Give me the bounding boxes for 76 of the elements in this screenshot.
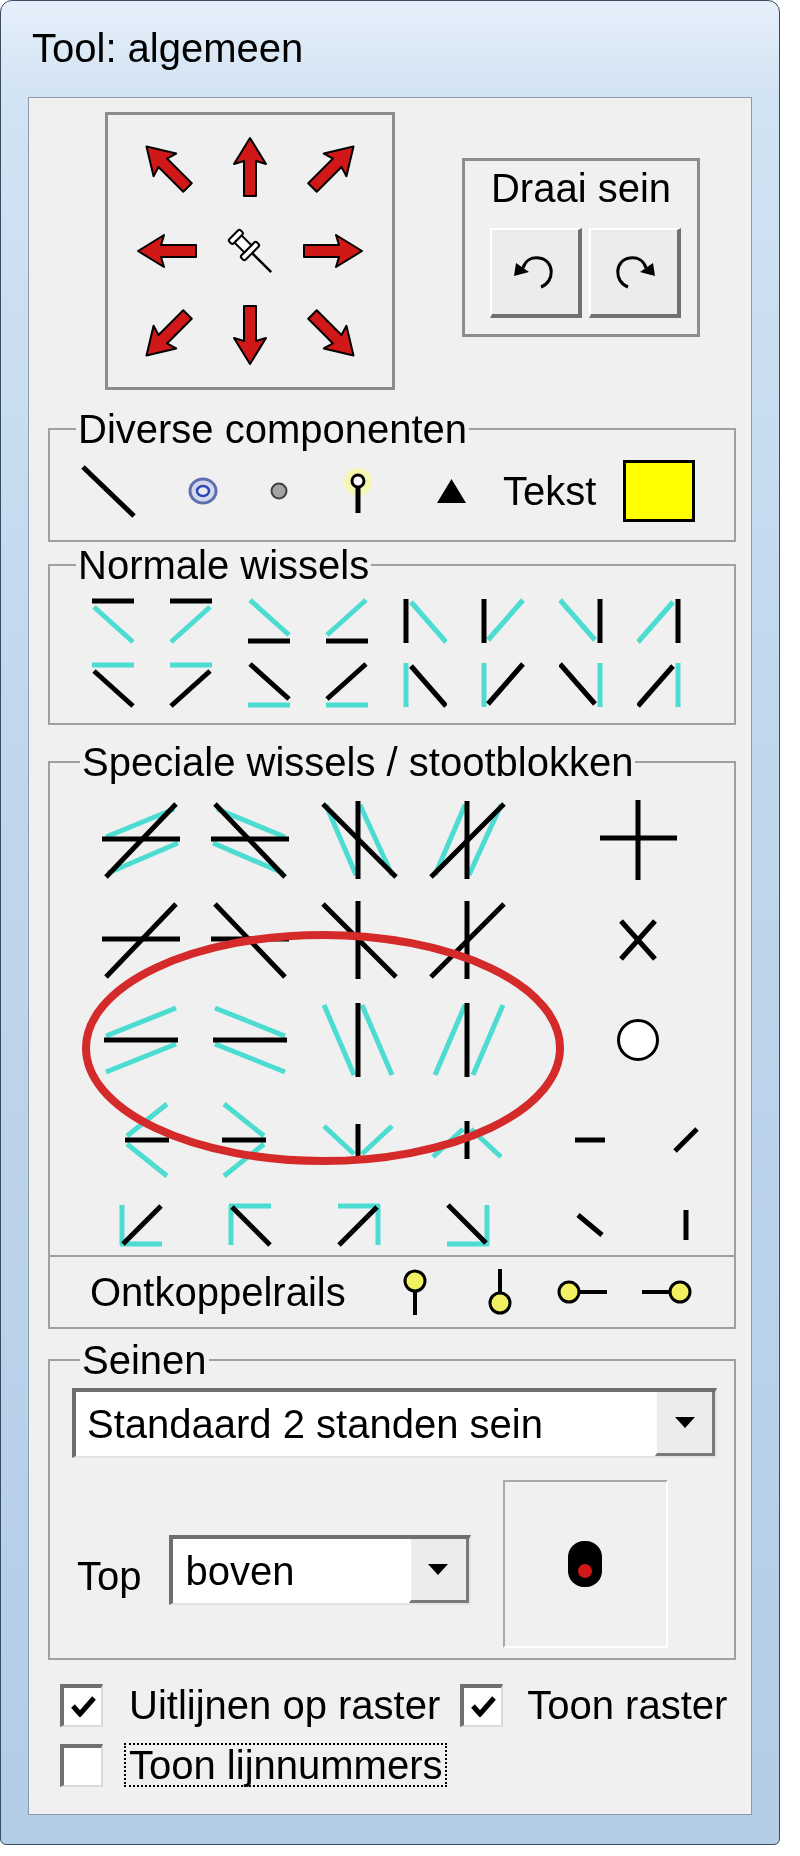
group-title: Diverse componenten bbox=[77, 406, 469, 452]
checkbox[interactable] bbox=[460, 1683, 504, 1727]
pin-icon[interactable] bbox=[486, 1269, 513, 1315]
turnout-icon[interactable] bbox=[90, 598, 135, 644]
checkbox-label[interactable]: Toon raster bbox=[522, 1683, 733, 1727]
turnout-icon[interactable] bbox=[480, 598, 525, 644]
crossing-icon[interactable] bbox=[211, 801, 289, 879]
rotate-left-button[interactable] bbox=[490, 228, 582, 318]
crossing-icon[interactable] bbox=[102, 801, 180, 879]
turnout-icon[interactable] bbox=[246, 598, 291, 644]
corner-switch-icon[interactable] bbox=[119, 1203, 163, 1247]
up-arrow-icon[interactable] bbox=[233, 136, 267, 198]
field-label: Top bbox=[77, 1553, 142, 1599]
caret-down-icon bbox=[428, 1564, 448, 1575]
checkbox[interactable] bbox=[60, 1683, 103, 1727]
pin-icon[interactable] bbox=[343, 467, 373, 515]
corner-switch-icon[interactable] bbox=[228, 1203, 272, 1247]
dash-icon[interactable] bbox=[575, 1137, 605, 1143]
vertical-bar-icon[interactable] bbox=[683, 1210, 689, 1240]
group-title: Normale wissels bbox=[77, 542, 371, 588]
pin-icon[interactable] bbox=[556, 1279, 607, 1305]
checkmark-icon bbox=[469, 1695, 496, 1717]
pushpin-icon[interactable] bbox=[225, 226, 275, 276]
left-arrow-icon[interactable] bbox=[136, 234, 198, 268]
turnout-icon[interactable] bbox=[480, 662, 525, 708]
checkbox-label[interactable]: Toon lijnnummers bbox=[124, 1743, 448, 1787]
text-tool[interactable]: Tekst bbox=[503, 468, 597, 514]
turnout-icon[interactable] bbox=[168, 598, 213, 644]
pin-icon[interactable] bbox=[401, 1269, 428, 1315]
turnout-icon[interactable] bbox=[402, 662, 447, 708]
dropdown-button[interactable] bbox=[655, 1392, 715, 1456]
caret-down-icon bbox=[674, 1417, 695, 1428]
turnout-icon[interactable] bbox=[324, 598, 369, 644]
turnout-icon[interactable] bbox=[90, 662, 135, 708]
decoupler-label[interactable]: Ontkoppelrails bbox=[90, 1269, 346, 1315]
crossing-icon[interactable] bbox=[102, 901, 180, 979]
crossing-icon[interactable] bbox=[320, 801, 398, 879]
group-title: Seinen bbox=[81, 1337, 208, 1383]
triangle-icon[interactable] bbox=[437, 479, 466, 503]
window-title: Tool: algemeen bbox=[32, 28, 304, 68]
dot-icon[interactable] bbox=[270, 482, 288, 500]
checkmark-icon bbox=[69, 1695, 96, 1717]
down-arrow-icon[interactable] bbox=[233, 304, 267, 366]
right-arrow-icon[interactable] bbox=[302, 234, 364, 268]
turnout-icon[interactable] bbox=[636, 598, 681, 644]
turnout-icon[interactable] bbox=[246, 662, 291, 708]
top-dropdown[interactable]: boven bbox=[168, 1535, 471, 1605]
backslash-icon[interactable] bbox=[576, 1213, 604, 1237]
signal-type-dropdown[interactable]: Standaard 2 standen sein bbox=[72, 1388, 717, 1458]
group-title: Speciale wissels / stootblokken bbox=[81, 739, 635, 785]
turnout-icon[interactable] bbox=[558, 598, 603, 644]
rotate-right-button[interactable] bbox=[589, 228, 681, 318]
plus-icon[interactable] bbox=[599, 800, 677, 880]
diagonal-line-icon[interactable] bbox=[80, 463, 137, 519]
dropdown-button[interactable] bbox=[408, 1539, 469, 1603]
slash-icon[interactable] bbox=[673, 1127, 699, 1153]
turnout-icon[interactable] bbox=[558, 662, 603, 708]
corner-switch-icon[interactable] bbox=[446, 1203, 490, 1247]
color-swatch-icon[interactable] bbox=[623, 460, 696, 522]
concentric-circles-icon[interactable] bbox=[188, 477, 218, 505]
crossing-icon[interactable] bbox=[320, 901, 398, 979]
checkbox[interactable] bbox=[60, 1743, 103, 1787]
x-mark-icon[interactable] bbox=[619, 919, 657, 961]
checkbox-label[interactable]: Uitlijnen op raster bbox=[124, 1683, 446, 1727]
turnout-icon[interactable] bbox=[402, 598, 447, 644]
signal-lamp-icon bbox=[567, 1540, 603, 1588]
turnout-icon[interactable] bbox=[636, 662, 681, 708]
turnout-icon[interactable] bbox=[168, 662, 213, 708]
crossing-icon[interactable] bbox=[429, 801, 507, 879]
circle-icon[interactable] bbox=[616, 1018, 660, 1062]
pin-icon[interactable] bbox=[641, 1279, 692, 1305]
turnout-icon[interactable] bbox=[324, 662, 369, 708]
corner-switch-icon[interactable] bbox=[337, 1203, 381, 1247]
crossing-icon[interactable] bbox=[211, 901, 289, 979]
crossing-icon[interactable] bbox=[429, 901, 507, 979]
rotate-signal-label: Draai sein bbox=[490, 165, 672, 211]
